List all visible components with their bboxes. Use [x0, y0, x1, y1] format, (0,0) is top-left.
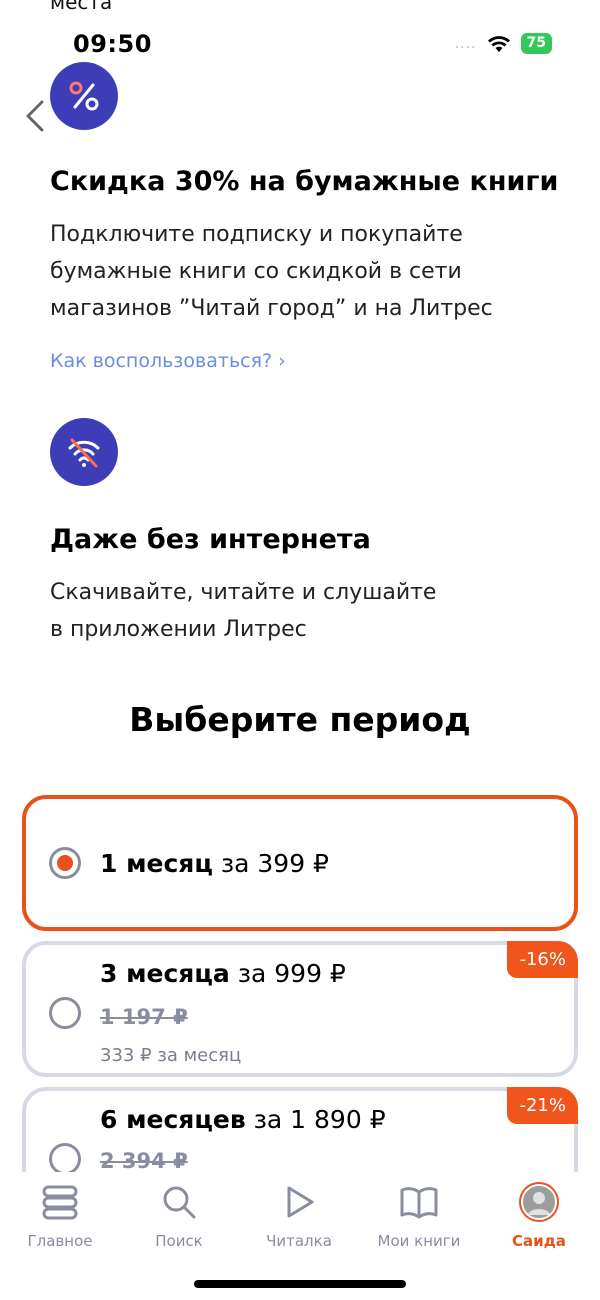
percent-icon: [50, 62, 118, 130]
tab-label: Поиск: [155, 1232, 203, 1250]
feature-title-offline: Даже без интернета: [50, 524, 371, 555]
tab-search[interactable]: Поиск: [124, 1180, 234, 1250]
battery-icon: 75: [520, 33, 552, 54]
tab-reader[interactable]: Читалка: [244, 1180, 354, 1250]
play-icon: [287, 1186, 314, 1218]
tab-label: Читалка: [266, 1232, 332, 1250]
plan-title: 1 месяц за 399 ₽: [100, 849, 329, 878]
radio-unselected[interactable]: [49, 1143, 81, 1175]
wifi-icon: [487, 35, 510, 52]
tab-home[interactable]: Главное: [5, 1180, 115, 1250]
plan-title: 3 месяца за 999 ₽: [100, 959, 346, 988]
plan-title: 6 месяцев за 1 890 ₽: [100, 1105, 386, 1134]
home-icon: [42, 1185, 78, 1220]
choose-period-title: Выберите период: [129, 700, 471, 739]
feature-desc-discount: Подключите подписку и покупайте бумажные…: [50, 222, 493, 321]
old-price: 1 197 ₽: [100, 1005, 188, 1029]
cut-off-text: места: [50, 0, 113, 14]
tab-label: Мои книги: [377, 1232, 461, 1250]
old-price: 2 394 ₽: [100, 1149, 188, 1173]
wifi-off-icon: [50, 418, 118, 486]
feature-desc-offline: Скачивайте, читайте и слушайте в приложе…: [50, 580, 437, 642]
search-icon: [163, 1186, 196, 1219]
user-icon: [528, 1192, 550, 1215]
plan-3-months[interactable]: -16% 3 месяца за 999 ₽ 1 197 ₽ 333 ₽ за …: [22, 941, 578, 1077]
status-time: 09:50: [73, 30, 152, 58]
signal-icon: ....: [454, 35, 477, 52]
plan-1-month[interactable]: 1 месяц за 399 ₽: [22, 795, 578, 931]
tab-label: Главное: [27, 1232, 93, 1250]
tab-my-books[interactable]: Мои книги: [364, 1180, 474, 1250]
status-indicators: .... 75: [455, 33, 552, 54]
book-icon: [400, 1187, 438, 1219]
chevron-left-icon: [26, 100, 44, 132]
radio-selected[interactable]: [49, 847, 81, 879]
discount-badge: -16%: [507, 941, 578, 978]
tab-profile[interactable]: Саида: [484, 1180, 594, 1250]
avatar: [519, 1182, 559, 1222]
discount-badge: -21%: [507, 1087, 578, 1124]
price-per-month: 333 ₽ за месяц: [100, 1045, 242, 1066]
back-button[interactable]: [22, 98, 52, 134]
tab-label: Саида: [512, 1232, 566, 1250]
feature-title-discount: Скидка 30% на бумажные книги: [50, 166, 559, 197]
how-to-use-link[interactable]: Как воспользоваться? ›: [50, 350, 286, 372]
radio-unselected[interactable]: [49, 997, 81, 1029]
home-indicator: [194, 1280, 406, 1288]
